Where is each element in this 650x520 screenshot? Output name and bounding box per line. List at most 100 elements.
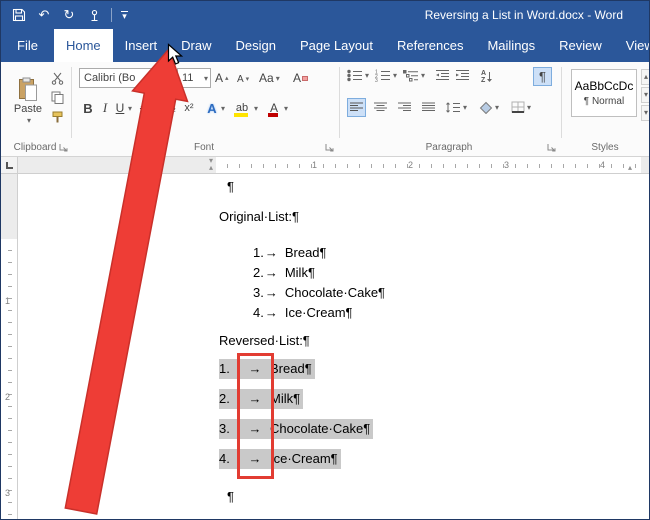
- tab-file[interactable]: File: [1, 29, 54, 62]
- list-item[interactable]: 4. → Ice·Cream¶: [253, 303, 353, 323]
- font-family-select[interactable]: Calibri (Bo ▾: [79, 68, 173, 88]
- highlight-dropdown-icon[interactable]: ▾: [254, 104, 258, 113]
- tab-character: →: [240, 449, 270, 469]
- selected-list-item[interactable]: 1. → Bread¶: [219, 359, 315, 379]
- save-icon[interactable]: [11, 7, 27, 23]
- superscript-button[interactable]: x²: [181, 99, 197, 117]
- touch-mode-icon[interactable]: [86, 7, 102, 23]
- ruler-number: 3: [504, 160, 509, 170]
- borders-icon[interactable]: ▾: [511, 98, 531, 117]
- clear-formatting-button[interactable]: A: [293, 69, 308, 87]
- show-formatting-marks-button[interactable]: ¶: [533, 67, 552, 86]
- align-right-icon[interactable]: [395, 98, 414, 117]
- style-normal-card[interactable]: AaBbCcDc ¶ Normal: [571, 69, 637, 117]
- ruler-ticks: [216, 164, 641, 168]
- bold-button[interactable]: B: [81, 99, 95, 117]
- tab-page-layout[interactable]: Page Layout: [288, 29, 385, 62]
- tab-selector[interactable]: [1, 157, 18, 174]
- list-text: Chocolate·Cake¶: [270, 419, 370, 439]
- cut-icon[interactable]: [49, 70, 65, 86]
- tab-design[interactable]: Design: [224, 29, 288, 62]
- text-effects-button[interactable]: A: [205, 99, 219, 117]
- paste-label: Paste: [14, 103, 42, 115]
- list-number: 1.: [253, 243, 264, 263]
- increase-indent-icon[interactable]: [455, 69, 470, 82]
- font-color-button[interactable]: A: [267, 99, 281, 117]
- tab-home[interactable]: Home: [54, 29, 113, 62]
- font-color-dropdown-icon[interactable]: ▾: [284, 104, 288, 113]
- tab-references[interactable]: References: [385, 29, 475, 62]
- hanging-indent-marker[interactable]: ▴: [209, 164, 213, 172]
- underline-dropdown-icon[interactable]: ▾: [128, 104, 132, 113]
- down-triangle-icon: ▾: [246, 75, 250, 83]
- numbered-list-icon[interactable]: 123 ▾: [375, 69, 397, 82]
- format-painter-icon[interactable]: [49, 108, 65, 124]
- selected-list-item[interactable]: 3. → Chocolate·Cake¶: [219, 419, 373, 439]
- tab-character: →: [240, 389, 270, 409]
- paste-clipboard-icon: [18, 77, 38, 102]
- shrink-font-button[interactable]: A▾: [237, 70, 249, 88]
- redo-icon[interactable]: ↻: [61, 7, 77, 23]
- font-color-bar: [268, 113, 278, 117]
- list-item[interactable]: 3. → Chocolate·Cake¶: [253, 283, 385, 303]
- list-number: 2.: [219, 389, 240, 409]
- multilevel-list-icon[interactable]: ▾: [403, 69, 425, 82]
- shading-icon[interactable]: ▾: [479, 98, 499, 117]
- italic-button[interactable]: I: [99, 99, 111, 117]
- tab-insert[interactable]: Insert: [113, 29, 170, 62]
- highlight-button[interactable]: ab: [233, 99, 251, 117]
- ruler-number: 1: [5, 296, 10, 306]
- grow-font-button[interactable]: A▴: [215, 69, 229, 87]
- style-name: ¶ Normal: [584, 96, 624, 107]
- font-size-select[interactable]: 11 ▾: [177, 68, 211, 88]
- justify-icon[interactable]: [419, 98, 438, 117]
- undo-icon[interactable]: ↶: [36, 7, 52, 23]
- tab-character: →: [265, 283, 278, 303]
- paragraph-dialog-launcher-icon[interactable]: [547, 143, 556, 152]
- customize-toolbar-icon[interactable]: ▾: [121, 11, 128, 19]
- align-left-icon[interactable]: [347, 98, 366, 117]
- list-number: 4.: [253, 303, 264, 323]
- styles-scroll-up-icon[interactable]: ▴: [641, 69, 650, 85]
- paragraph-mark: ¶: [227, 487, 234, 507]
- group-separator: [71, 67, 72, 138]
- document-page[interactable]: ¶ Original·List:¶ 1. → Bread¶ 2. → Milk¶…: [18, 174, 649, 519]
- copy-icon[interactable]: [49, 89, 65, 105]
- sort-button[interactable]: AZ: [481, 68, 493, 86]
- decrease-indent-icon[interactable]: [435, 69, 450, 82]
- clipboard-dialog-launcher-icon[interactable]: [59, 143, 68, 152]
- bullet-list-icon[interactable]: ▾: [347, 69, 369, 82]
- list-text: Milk¶: [270, 389, 300, 409]
- styles-scroll-down-icon[interactable]: ▾: [641, 87, 650, 103]
- underline-button[interactable]: U: [114, 99, 126, 117]
- list-text: Bread¶: [270, 359, 312, 379]
- eraser-icon: [302, 76, 308, 81]
- font-dialog-launcher-icon[interactable]: [325, 143, 334, 152]
- line-spacing-icon[interactable]: ▾: [445, 98, 467, 117]
- group-separator: [561, 67, 562, 138]
- font-size-value: 11: [178, 72, 202, 84]
- tab-review[interactable]: Review: [547, 29, 614, 62]
- align-center-icon[interactable]: [371, 98, 390, 117]
- tab-mailings[interactable]: Mailings: [475, 29, 547, 62]
- list-item[interactable]: 2. → Milk¶: [253, 263, 315, 283]
- tab-character: →: [265, 263, 278, 283]
- vertical-ruler[interactable]: 1 2 3: [1, 174, 18, 519]
- selected-list-item[interactable]: 4. → Ice·Cream¶: [219, 449, 341, 469]
- styles-more-icon[interactable]: ▾: [641, 105, 650, 121]
- tab-draw[interactable]: Draw: [169, 29, 223, 62]
- paste-button[interactable]: Paste ▾: [9, 67, 47, 135]
- list-number: 1.: [219, 359, 240, 379]
- list-item[interactable]: 1. → Bread¶: [253, 243, 327, 263]
- ruler-number: 1: [312, 160, 317, 170]
- tab-view[interactable]: View: [614, 29, 649, 62]
- right-indent-marker[interactable]: ▴: [628, 164, 632, 172]
- style-preview: AaBbCcDc: [575, 79, 634, 93]
- text-effects-dropdown-icon[interactable]: ▾: [221, 104, 225, 113]
- strikethrough-button[interactable]: abc: [137, 99, 159, 117]
- subscript-button[interactable]: x₂: [163, 99, 179, 117]
- horizontal-ruler[interactable]: 1 2 3 4 ▾ ▴ ▴: [18, 157, 649, 174]
- change-case-button[interactable]: Aa▾: [259, 69, 280, 87]
- selected-list-item[interactable]: 2. → Milk¶: [219, 389, 303, 409]
- paragraph-group-label: Paragraph: [339, 142, 559, 153]
